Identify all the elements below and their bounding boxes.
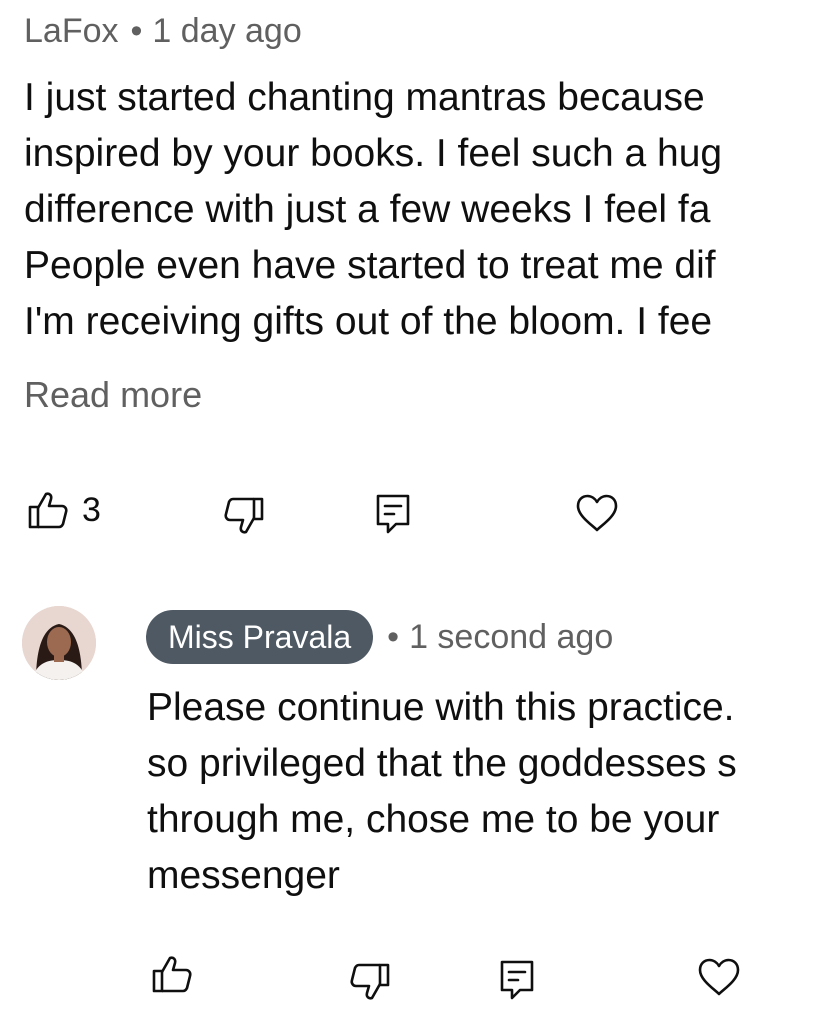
reply-icon	[500, 960, 534, 1000]
reply-line: through me, chose me to be your	[147, 798, 720, 841]
thumbs-up-icon	[28, 492, 68, 529]
comment-meta: LaFox • 1 day ago	[24, 12, 302, 51]
avatar[interactable]	[22, 606, 96, 680]
heart-icon	[698, 958, 740, 996]
reply-reply-button[interactable]	[498, 958, 538, 1002]
comment-timestamp[interactable]: 1 day ago	[152, 12, 301, 50]
reply-icon	[376, 494, 410, 534]
comment-line: I just started chanting mantras because	[24, 76, 705, 119]
reply-dislike-button[interactable]	[348, 962, 392, 1002]
comment-line: inspired by your books. I feel such a hu…	[24, 132, 723, 175]
comment-line: difference with just a few weeks I feel …	[24, 188, 711, 231]
like-count: 3	[82, 490, 101, 529]
thumbs-down-icon	[224, 497, 264, 534]
like-button[interactable]: 3	[26, 490, 101, 530]
comment-line: People even have started to treat me dif	[24, 244, 716, 287]
reply-meta: Miss Pravala • 1 second ago	[146, 610, 613, 664]
meta-separator: •	[130, 12, 143, 50]
reply-body: Please continue with this practice. so p…	[147, 680, 737, 904]
read-more-link[interactable]: Read more	[24, 374, 202, 416]
reply-author-chip[interactable]: Miss Pravala	[146, 610, 374, 664]
reply-timestamp[interactable]: 1 second ago	[409, 618, 613, 656]
comment-author[interactable]: LaFox	[24, 12, 119, 50]
comment-line: I'm receiving gifts out of the bloom. I …	[24, 300, 713, 343]
dislike-button[interactable]	[222, 496, 266, 536]
heart-icon	[576, 494, 618, 532]
reply-line: messenger	[147, 854, 340, 897]
thumbs-down-icon	[350, 963, 390, 1000]
reply-line: Please continue with this practice.	[147, 686, 735, 729]
reply-line: so privileged that the goddesses s	[147, 742, 737, 785]
reply-heart-button[interactable]	[696, 956, 742, 998]
meta-separator: •	[387, 617, 400, 656]
avatar-image	[22, 606, 96, 680]
reply-like-button[interactable]	[150, 954, 194, 994]
comment-body: I just started chanting mantras because …	[24, 70, 722, 350]
thumbs-up-icon	[152, 956, 192, 993]
heart-button[interactable]	[574, 492, 620, 534]
reply-button[interactable]	[374, 492, 414, 536]
